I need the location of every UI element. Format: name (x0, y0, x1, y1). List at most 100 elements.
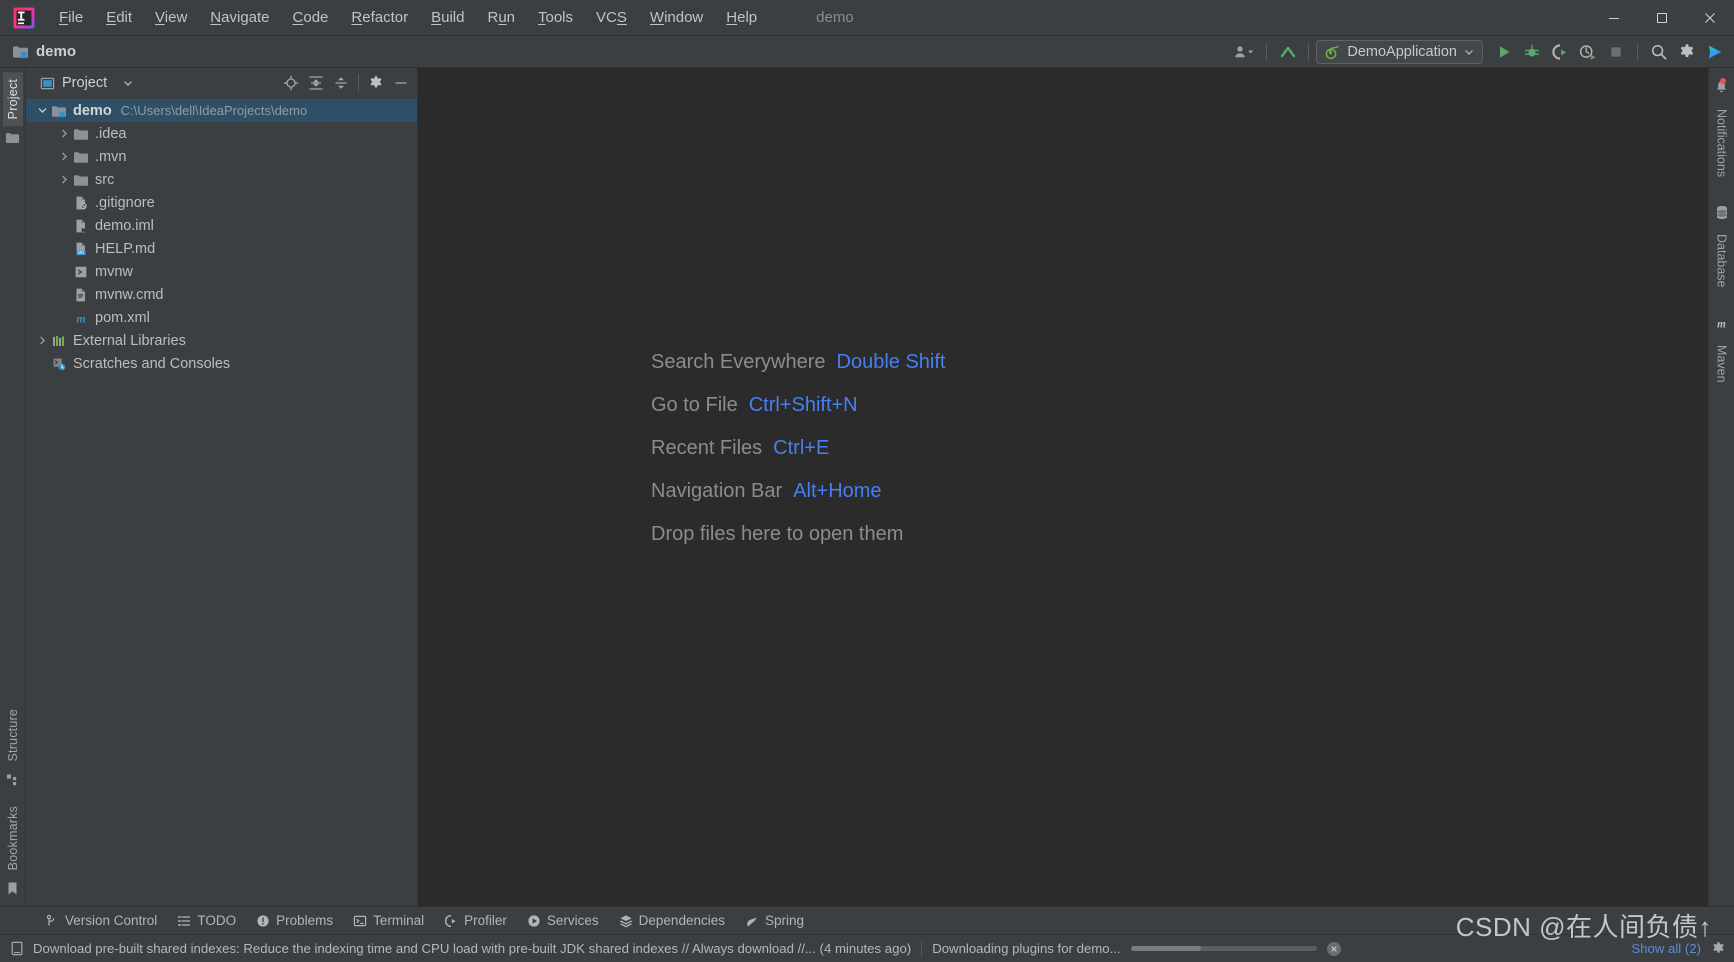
menu-window[interactable]: Window (639, 5, 714, 31)
toolbar-separator-2 (1308, 43, 1310, 61)
notifications-icon[interactable] (1714, 76, 1729, 99)
tree-item-path: C:\Users\dell\IdeaProjects\demo (120, 103, 308, 118)
status-bar: Download pre-built shared indexes: Reduc… (0, 934, 1734, 962)
status-settings-icon[interactable] (1711, 941, 1726, 956)
tree-row[interactable]: src (26, 168, 417, 191)
editor-empty-area[interactable]: Search Everywhere Double Shift Go to Fil… (418, 68, 1708, 906)
tree-row[interactable]: mvnw (26, 260, 417, 283)
tree-row[interactable]: demo C:\Users\dell\IdeaProjects\demo (26, 99, 417, 122)
hint-label: Go to File (651, 394, 738, 416)
cancel-progress-button[interactable] (1326, 941, 1341, 956)
run-configuration-selector[interactable]: DemoApplication (1316, 40, 1483, 64)
collapse-all-button[interactable] (329, 71, 353, 95)
tree-item-label: demo.iml (95, 217, 154, 234)
tool-window-problems[interactable]: Problems (247, 910, 342, 931)
toolbar-separator-3 (1637, 43, 1638, 61)
tree-row[interactable]: .idea (26, 122, 417, 145)
tree-row[interactable]: External Libraries (26, 329, 417, 352)
services-icon (528, 914, 540, 927)
chevron-right-icon[interactable] (34, 329, 50, 352)
chevron-right-icon[interactable] (56, 145, 72, 168)
search-everywhere-button[interactable] (1646, 39, 1672, 65)
ide-services-button[interactable] (1702, 39, 1728, 65)
tool-window-todo[interactable]: TODO (168, 910, 245, 931)
ide-notification-icon (11, 941, 23, 956)
bookmark-icon[interactable] (6, 877, 19, 900)
stripe-tab-database[interactable]: Database (1712, 226, 1732, 296)
chevron-right-icon[interactable] (56, 168, 72, 191)
tool-window-version-control[interactable]: Version Control (36, 910, 166, 931)
tree-row[interactable]: mvnw.cmd (26, 283, 417, 306)
tree-row[interactable]: .mvn (26, 145, 417, 168)
stop-button[interactable] (1603, 39, 1629, 65)
maximize-button[interactable] (1638, 0, 1686, 36)
hint-drop-files: Drop files here to open them (651, 523, 946, 546)
stripe-tab-notifications[interactable]: Notifications (1712, 101, 1732, 185)
stripe-tab-structure[interactable]: Structure (3, 702, 23, 769)
menu-build[interactable]: Build (420, 5, 475, 31)
status-progress-group: Downloading plugins for demo... (932, 941, 1341, 956)
menu-file[interactable]: File (48, 5, 94, 31)
tree-row[interactable]: demo.iml (26, 214, 417, 237)
tree-item-label: External Libraries (73, 332, 186, 349)
menu-run[interactable]: Run (476, 5, 526, 31)
profiler-icon (445, 914, 456, 927)
hint-shortcut: Ctrl+E (773, 437, 830, 459)
tool-window-profiler[interactable]: Profiler (435, 910, 516, 931)
chevron-down-icon (1465, 50, 1473, 55)
menu-refactor[interactable]: Refactor (340, 5, 419, 31)
menu-help[interactable]: Help (715, 5, 768, 31)
close-button[interactable] (1686, 0, 1734, 36)
chevron-right-icon[interactable] (56, 122, 72, 145)
debug-button[interactable] (1519, 39, 1545, 65)
show-all-link[interactable]: Show all (2) (1631, 941, 1701, 956)
run-button[interactable] (1491, 39, 1517, 65)
project-folder-icon[interactable] (5, 126, 20, 149)
minimize-button[interactable] (1590, 0, 1638, 36)
cmd-file-icon (72, 287, 90, 303)
project-panel-title[interactable]: Project (36, 73, 137, 93)
updates-button[interactable] (1275, 39, 1301, 65)
tree-item-label: pom.xml (95, 309, 150, 326)
account-button[interactable] (1230, 39, 1258, 65)
tool-window-dependencies[interactable]: Dependencies (610, 910, 734, 931)
settings-button[interactable] (1674, 39, 1700, 65)
menu-tools[interactable]: Tools (527, 5, 584, 31)
search-icon (1651, 44, 1667, 60)
menu-navigate[interactable]: Navigate (199, 5, 280, 31)
tree-item-label: HELP.md (95, 240, 156, 257)
project-tree[interactable]: demo C:\Users\dell\IdeaProjects\demo .id… (26, 98, 417, 906)
tree-row[interactable]: .gitignore (26, 191, 417, 214)
breadcrumb[interactable]: demo (12, 43, 76, 60)
tree-row[interactable]: Scratches and Consoles (26, 352, 417, 375)
window-title: demo (816, 9, 854, 26)
status-right-group: Show all (2) (1631, 941, 1726, 956)
profile-button[interactable] (1575, 39, 1601, 65)
hide-panel-button[interactable] (389, 71, 413, 95)
tool-window-label: Spring (764, 913, 805, 928)
project-settings-button[interactable] (364, 71, 388, 95)
menu-view[interactable]: View (144, 5, 198, 31)
tool-window-terminal[interactable]: Terminal (344, 910, 433, 931)
stripe-tab-maven[interactable]: Maven (1712, 337, 1732, 391)
expand-all-button[interactable] (304, 71, 328, 95)
tool-window-services[interactable]: Services (518, 910, 608, 931)
stripe-tab-project[interactable]: Project (2, 72, 23, 127)
structure-icon[interactable] (6, 769, 20, 791)
menu-vcs[interactable]: VCS (585, 5, 638, 31)
locate-button[interactable] (279, 71, 303, 95)
menu-edit[interactable]: Edit (95, 5, 143, 31)
stripe-tab-bookmarks[interactable]: Bookmarks (3, 799, 23, 877)
tool-window-spring[interactable]: Spring (736, 910, 813, 931)
status-message[interactable]: Download pre-built shared indexes: Reduc… (33, 941, 911, 956)
status-separator (921, 940, 923, 957)
tree-row[interactable]: m pom.xml (26, 306, 417, 329)
tree-row[interactable]: MD HELP.md (26, 237, 417, 260)
menu-bar: File Edit View Navigate Code Refactor Bu… (48, 5, 768, 31)
database-icon[interactable] (1715, 201, 1729, 224)
hint-navigation-bar: Navigation Bar Alt+Home (651, 480, 946, 503)
chevron-down-icon[interactable] (34, 99, 50, 122)
menu-code[interactable]: Code (282, 5, 340, 31)
run-with-coverage-button[interactable] (1547, 39, 1573, 65)
maven-icon[interactable]: m (1714, 312, 1729, 335)
